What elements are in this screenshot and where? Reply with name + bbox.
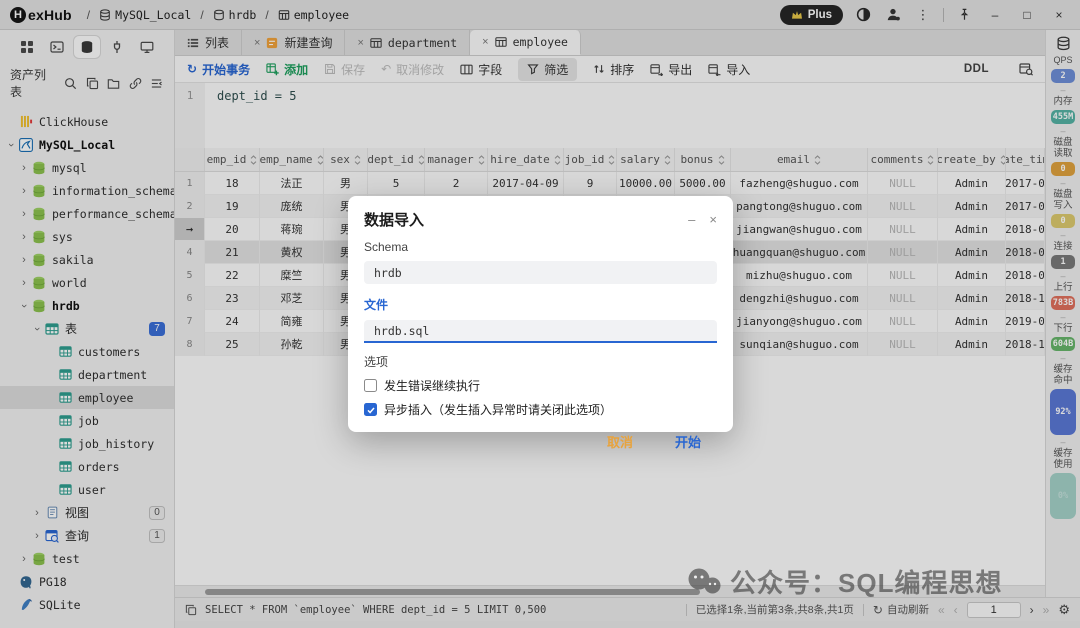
start-button[interactable]: 开始 <box>675 432 701 451</box>
wechat-icon <box>686 567 722 597</box>
dialog-footer: 取消 开始 <box>364 432 717 451</box>
dialog-close-button[interactable]: × <box>709 212 717 227</box>
cancel-button[interactable]: 取消 <box>607 432 633 451</box>
checkbox-unchecked-icon[interactable] <box>364 379 377 392</box>
file-input[interactable]: hrdb.sql <box>364 320 717 343</box>
watermark-text: 公众号：SQL编程思想 <box>730 563 1002 600</box>
watermark: 公众号：SQL编程思想 <box>686 563 1002 600</box>
data-import-dialog: 数据导入 – × Schema hrdb 文件 hrdb.sql 选项 发生错误… <box>348 196 733 432</box>
option-continue-on-error[interactable]: 发生错误继续执行 <box>364 377 717 394</box>
dialog-minimize-button[interactable]: – <box>688 212 695 227</box>
option-async-insert[interactable]: 异步插入（发生插入异常时请关闭此选项） <box>364 401 717 418</box>
hexhub-window: H exHub / MySQL_Local / hrdb / employee … <box>0 0 1080 628</box>
option-label: 发生错误继续执行 <box>384 377 480 394</box>
options-label: 选项 <box>364 353 717 370</box>
option-label: 异步插入（发生插入异常时请关闭此选项） <box>384 401 612 418</box>
dialog-header: 数据导入 – × <box>364 209 717 230</box>
dialog-title: 数据导入 <box>364 209 424 230</box>
file-picker-link[interactable]: 文件 <box>364 296 717 313</box>
schema-label: Schema <box>364 240 717 254</box>
schema-input[interactable]: hrdb <box>364 261 717 284</box>
checkbox-checked-icon[interactable] <box>364 403 377 416</box>
